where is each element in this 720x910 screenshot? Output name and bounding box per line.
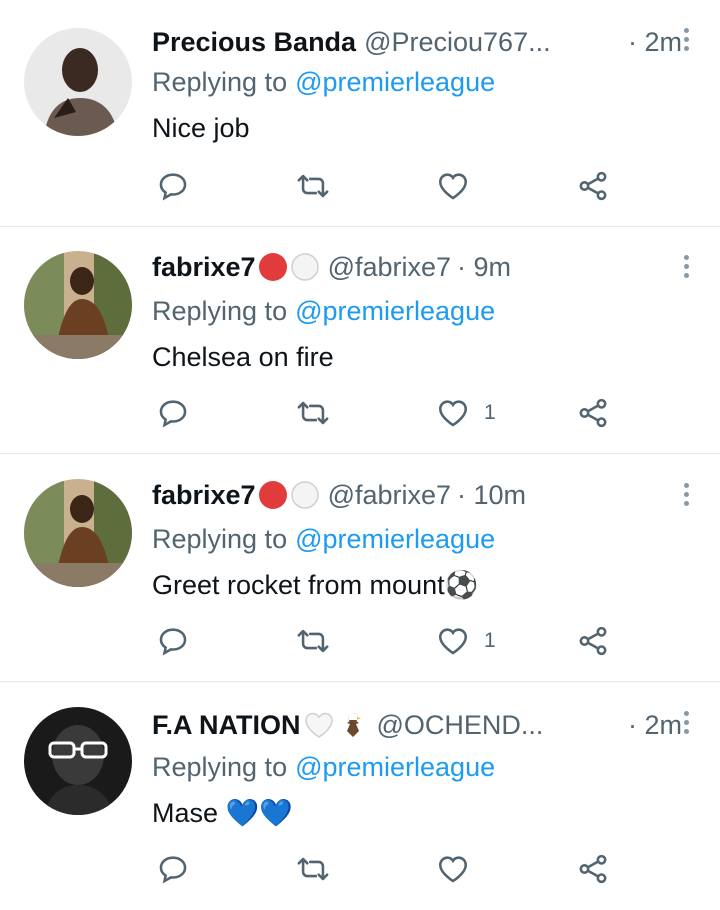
- mention-link[interactable]: @premierleague: [295, 296, 495, 327]
- mention-link[interactable]: @premierleague: [295, 752, 495, 783]
- retweet-button[interactable]: [296, 393, 330, 433]
- mention-link[interactable]: @premierleague: [295, 67, 495, 98]
- mention-link[interactable]: @premierleague: [295, 524, 495, 555]
- reply-icon: [159, 173, 187, 201]
- tweet-3[interactable]: fabrixe7 @fabrixe7 · 10m Replying to @pr…: [0, 455, 720, 682]
- heart-icon: [438, 856, 468, 883]
- tweet-actions: 1: [152, 393, 720, 433]
- timestamp[interactable]: · 10m: [457, 480, 526, 511]
- like-button[interactable]: [436, 849, 484, 889]
- replying-to-label: Replying to: [152, 751, 288, 782]
- white-circle-icon: [290, 481, 319, 509]
- replying-to: Replying to @premierleague: [152, 293, 495, 329]
- like-count: 1: [484, 401, 496, 424]
- replying-to-label: Replying to: [152, 523, 288, 554]
- retweet-button[interactable]: [296, 849, 330, 889]
- tweet-actions: [152, 849, 720, 889]
- retweet-button[interactable]: [296, 621, 330, 661]
- share-icon: [579, 626, 607, 656]
- tweet-text: Chelsea on fire: [152, 341, 334, 372]
- retweet-icon: [297, 401, 329, 425]
- tweet-actions: 1: [152, 621, 720, 661]
- user-handle[interactable]: @fabrixe7: [328, 480, 451, 511]
- more-options-icon[interactable]: [684, 483, 690, 509]
- reply-button[interactable]: [156, 166, 190, 206]
- replying-to: Replying to @premierleague: [152, 749, 495, 785]
- more-options-icon[interactable]: [684, 255, 690, 281]
- heart-icon: [438, 628, 468, 655]
- retweet-button[interactable]: [296, 166, 330, 206]
- reply-button[interactable]: [156, 849, 190, 889]
- avatar-photo-icon: [24, 479, 132, 587]
- avatar-photo-icon: [24, 28, 132, 136]
- retweet-icon: [297, 174, 329, 198]
- reply-icon: [159, 628, 187, 656]
- avatar-photo-icon: [24, 251, 132, 359]
- eagle-icon: [346, 713, 361, 737]
- share-icon: [579, 398, 607, 428]
- tweet-text: Mase 💙💙: [152, 798, 293, 828]
- white-circle-icon: [290, 253, 319, 281]
- share-button[interactable]: [576, 393, 610, 433]
- tweet-header: fabrixe7 @fabrixe7 · 9m: [152, 247, 628, 287]
- user-handle[interactable]: @OCHEND...: [377, 710, 544, 741]
- retweet-icon: [297, 857, 329, 881]
- more-options-icon[interactable]: [684, 28, 690, 54]
- avatar[interactable]: [24, 479, 132, 587]
- timestamp[interactable]: · 2m: [628, 22, 682, 62]
- red-circle-icon: [258, 481, 287, 509]
- share-icon: [579, 171, 607, 201]
- display-name[interactable]: Precious Banda: [152, 27, 356, 58]
- replying-to: Replying to @premierleague: [152, 64, 495, 100]
- heart-icon: [438, 173, 468, 200]
- replying-to-label: Replying to: [152, 66, 288, 97]
- share-icon: [579, 854, 607, 884]
- reply-button[interactable]: [156, 621, 190, 661]
- like-button[interactable]: [436, 166, 484, 206]
- display-name[interactable]: fabrixe7: [152, 252, 256, 283]
- reply-button[interactable]: [156, 393, 190, 433]
- timestamp[interactable]: · 2m: [628, 705, 682, 745]
- tweet-text: Greet rocket from mount⚽: [152, 570, 479, 600]
- heart-icon: [438, 400, 468, 427]
- tweet-header: fabrixe7 @fabrixe7 · 10m: [152, 475, 628, 515]
- tweet-4[interactable]: F.A NATION @OCHEND... · 2m Replying to @…: [0, 683, 720, 910]
- reply-icon: [159, 400, 187, 428]
- like-button[interactable]: 1: [436, 393, 496, 433]
- avatar[interactable]: [24, 251, 132, 359]
- share-button[interactable]: [576, 849, 610, 889]
- tweet-header: F.A NATION @OCHEND...: [152, 705, 628, 745]
- tweet-actions: [152, 166, 720, 206]
- like-count: 1: [484, 629, 496, 652]
- share-button[interactable]: [576, 621, 610, 661]
- timestamp[interactable]: · 9m: [457, 252, 511, 283]
- tweet-2[interactable]: fabrixe7 @fabrixe7 · 9m Replying to @pre…: [0, 227, 720, 454]
- red-circle-icon: [258, 253, 287, 281]
- reply-icon: [159, 856, 187, 884]
- tweet-text: Nice job: [152, 112, 250, 143]
- tweet-header: Precious Banda @Preciou767...: [152, 22, 628, 62]
- replying-to: Replying to @premierleague: [152, 521, 495, 557]
- avatar-photo-icon: [24, 707, 132, 815]
- user-handle[interactable]: @Preciou767...: [364, 27, 551, 58]
- user-handle[interactable]: @fabrixe7: [328, 252, 451, 283]
- like-button[interactable]: 1: [436, 621, 496, 661]
- more-options-icon[interactable]: [684, 711, 690, 737]
- avatar[interactable]: [24, 28, 132, 136]
- share-button[interactable]: [576, 166, 610, 206]
- display-name[interactable]: fabrixe7: [152, 480, 256, 511]
- avatar[interactable]: [24, 707, 132, 815]
- tweet-1[interactable]: Precious Banda @Preciou767... · 2m Reply…: [0, 0, 720, 227]
- display-name[interactable]: F.A NATION: [152, 710, 301, 741]
- replying-to-label: Replying to: [152, 295, 288, 326]
- white-heart-icon: [304, 712, 333, 738]
- retweet-icon: [297, 629, 329, 653]
